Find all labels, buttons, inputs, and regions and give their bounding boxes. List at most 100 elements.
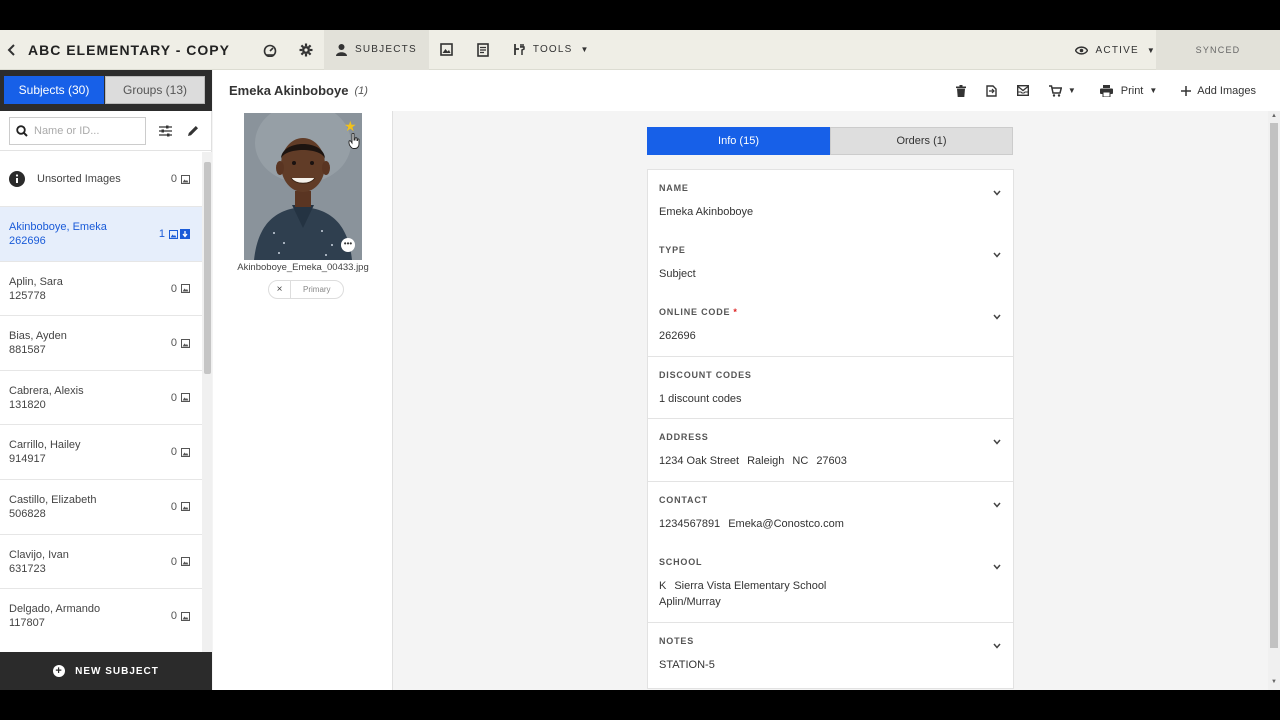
main-scrollbar[interactable]: ▲ ▼ [1268,111,1280,690]
email-envelope-icon[interactable] [1016,85,1029,96]
school-label: SCHOOL [659,557,703,567]
chevron-down-icon[interactable] [993,307,1001,325]
edit-pencil-icon[interactable] [179,117,207,145]
image-icon [181,174,190,184]
detail-tabs: Info (15) Orders (1) [647,127,1013,155]
subject-title: Emeka Akinboboye [229,83,349,98]
online-code-label: ONLINE CODE * [659,307,1013,317]
plus-icon [1181,85,1192,96]
chevron-down-icon[interactable] [993,183,1001,201]
image-icon [181,338,190,348]
document-list-icon[interactable] [465,30,501,70]
search-input[interactable] [34,124,134,137]
address-state: NC [792,455,809,467]
tab-info[interactable]: Info (15) [647,127,830,155]
contact-field[interactable]: CONTACT 1234567891 Emeka@Conostco.com [648,495,1013,532]
tab-orders[interactable]: Orders (1) [830,127,1013,155]
tab-groups-list[interactable]: Groups (13) [105,76,205,104]
settings-gear-icon[interactable] [288,30,324,70]
photo-gallery-icon[interactable] [429,30,465,70]
chevron-down-icon[interactable] [993,636,1001,654]
top-navigation-bar: ABC ELEMENTARY - COPY SUBJECTS TOOLS ▼ A… [0,30,1280,70]
type-value: Subject [659,268,696,280]
address-field[interactable]: ADDRESS 1234 Oak Street Raleigh NC 27603 [648,432,1013,469]
list-item-subject[interactable]: Akinboboye, Emeka 262696 1 [0,207,202,262]
subject-image-total: (1) [354,84,368,97]
list-item-subject[interactable]: Cabrera, Alexis 131820 0 [0,371,202,426]
subject-image-count: 0 [171,337,190,349]
subject-info-card: NAME Emeka Akinboboye TYPE Subject ONLIN… [647,169,1014,689]
shopping-cart-icon [1048,84,1062,97]
subject-image-count: 0 [171,283,190,295]
main-scrollbar-thumb[interactable] [1270,123,1278,648]
list-item-subject[interactable]: Castillo, Elizabeth 506828 0 [0,480,202,535]
online-code-label-text: ONLINE CODE [659,307,731,317]
name-field[interactable]: NAME Emeka Akinboboye [648,183,1013,220]
discount-codes-field[interactable]: DISCOUNT CODES 1 discount codes [648,370,1013,407]
subject-images-panel: ★ ••• Akinboboye_Emeka_00433.jpg × Prima… [213,111,393,690]
remove-primary-button[interactable]: × [269,281,291,298]
info-circle-icon [9,171,25,187]
subject-image-count: 0 [171,501,190,513]
list-item-subject[interactable]: Bias, Ayden 881587 0 [0,316,202,371]
subject-list: Unsorted Images 0 Akinboboye, Emeka 2626… [0,152,202,642]
list-item-unsorted-images[interactable]: Unsorted Images 0 [0,152,202,207]
subject-image-count: 1 [159,228,190,240]
scroll-up-arrow-icon[interactable]: ▲ [1271,113,1277,119]
back-arrow-icon[interactable] [0,30,22,70]
image-filename: Akinboboye_Emeka_00433.jpg [237,262,369,273]
app-window: ABC ELEMENTARY - COPY SUBJECTS TOOLS ▼ A… [0,30,1280,690]
chevron-down-icon[interactable] [993,245,1001,263]
list-item-subject[interactable]: Clavijo, Ivan 631723 0 [0,535,202,590]
sidebar-scrollbar[interactable] [202,152,212,652]
list-item-subject[interactable]: Aplin, Sara 125778 0 [0,262,202,317]
download-icon [180,229,190,239]
primary-label: Primary [303,285,331,294]
image-icon [181,557,190,567]
print-dropdown[interactable]: Print ▼ [1099,84,1157,97]
tab-subjects[interactable]: SUBJECTS [323,30,429,70]
list-item-subject[interactable]: Carrillo, Hailey 914917 0 [0,425,202,480]
chevron-down-icon: ▼ [580,45,590,54]
dashboard-gauge-icon[interactable] [252,30,288,70]
tools-icon [513,44,525,55]
project-status-dropdown[interactable]: ACTIVE ▼ [1074,30,1156,70]
subject-header: Emeka Akinboboye (1) ▼ Print ▼ Add Image… [213,70,1280,111]
add-images-label: Add Images [1197,84,1256,97]
type-field[interactable]: TYPE Subject [648,245,1013,282]
new-subject-label: NEW SUBJECT [75,665,159,677]
project-title: ABC ELEMENTARY - COPY [28,41,230,58]
contact-phone: 1234567891 [659,518,721,530]
filter-sliders-icon[interactable] [151,117,179,145]
new-subject-button[interactable]: + NEW SUBJECT [0,652,212,690]
image-icon [181,502,190,512]
image-icon [181,284,190,294]
add-images-button[interactable]: Add Images [1181,85,1256,97]
unsorted-count-value: 0 [170,173,177,185]
scroll-down-arrow-icon[interactable]: ▼ [1271,679,1277,685]
contact-label: CONTACT [659,495,708,505]
more-options-icon[interactable]: ••• [341,238,355,252]
subject-photo[interactable]: ★ ••• [244,113,362,260]
document-export-icon[interactable] [986,84,997,97]
chevron-down-icon[interactable] [993,495,1001,513]
chevron-down-icon: ▼ [1146,45,1156,55]
chevron-down-icon[interactable] [993,557,1001,575]
sidebar-scrollbar-thumb[interactable] [204,162,211,374]
online-code-field[interactable]: ONLINE CODE * 262696 [648,307,1013,344]
delete-trash-icon[interactable] [955,84,966,97]
notes-field[interactable]: NOTES STATION-5 [648,636,1013,673]
school-grade: K [659,580,667,592]
chevron-down-icon[interactable] [993,432,1001,450]
divider [648,481,1013,482]
school-field[interactable]: SCHOOL K Sierra Vista Elementary School A… [648,557,1013,610]
unsorted-count: 0 [171,173,190,185]
cart-dropdown[interactable]: ▼ [1048,84,1076,97]
tab-tools[interactable]: TOOLS ▼ [501,30,602,70]
address-value: 1234 Oak Street Raleigh NC 27603 [659,453,1013,469]
divider [648,418,1013,419]
address-zip: 27603 [816,455,847,467]
tab-subjects-list[interactable]: Subjects (30) [4,76,104,104]
list-item-subject[interactable]: Delgado, Armando 117807 0 [0,589,202,642]
subject-count-value: 0 [170,446,177,459]
